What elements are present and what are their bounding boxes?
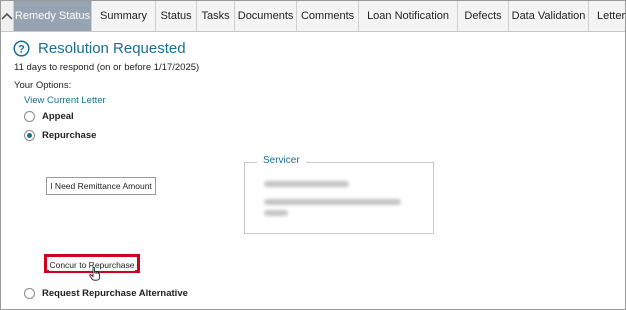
tab-status[interactable]: Status <box>156 1 198 31</box>
servicer-box: Servicer <box>244 155 434 234</box>
remedy-panel: Remedy Status Summary Status Tasks Docum… <box>0 0 626 310</box>
status-title: Resolution Requested <box>38 40 186 57</box>
option-appeal[interactable]: Appeal <box>24 111 74 122</box>
view-current-letter-link[interactable]: View Current Letter <box>24 95 106 106</box>
tab-tasks[interactable]: Tasks <box>197 1 236 31</box>
tab-data-validation[interactable]: Data Validation <box>509 1 590 31</box>
alternative-radio[interactable] <box>24 288 35 299</box>
remedy-status-content: ? Resolution Requested 11 days to respon… <box>1 32 625 309</box>
svg-text:?: ? <box>18 44 25 56</box>
option-repurchase-alternative[interactable]: Request Repurchase Alternative <box>24 288 188 299</box>
tab-loan-notification[interactable]: Loan Notification <box>359 1 459 31</box>
redacted-servicer-name <box>264 181 349 187</box>
servicer-legend: Servicer <box>257 155 306 166</box>
option-repurchase[interactable]: Repurchase <box>24 130 96 141</box>
options-label: Your Options: <box>14 80 72 91</box>
status-header: ? Resolution Requested <box>13 40 186 57</box>
redacted-servicer-address-line2 <box>264 210 288 216</box>
tab-letters[interactable]: Letters <box>589 1 625 31</box>
tab-remedy-status[interactable]: Remedy Status <box>14 1 92 31</box>
remittance-amount-button[interactable]: I Need Remittance Amount <box>46 177 156 195</box>
repurchase-label: Repurchase <box>42 130 97 141</box>
tab-documents[interactable]: Documents <box>235 1 298 31</box>
tab-bar: Remedy Status Summary Status Tasks Docum… <box>1 1 625 32</box>
appeal-radio[interactable] <box>24 111 35 122</box>
alternative-label: Request Repurchase Alternative <box>42 288 188 299</box>
hand-cursor-icon <box>89 267 100 281</box>
tab-comments[interactable]: Comments <box>297 1 360 31</box>
tab-defects[interactable]: Defects <box>458 1 510 31</box>
collapse-button[interactable] <box>1 1 14 31</box>
repurchase-radio[interactable] <box>24 130 35 141</box>
tab-summary[interactable]: Summary <box>92 1 157 31</box>
appeal-label: Appeal <box>42 111 74 122</box>
help-circle-icon: ? <box>13 40 30 57</box>
redacted-servicer-address-line1 <box>264 199 401 205</box>
chevron-up-icon <box>1 12 13 20</box>
days-to-respond: 11 days to respond (on or before 1/17/20… <box>14 62 200 73</box>
